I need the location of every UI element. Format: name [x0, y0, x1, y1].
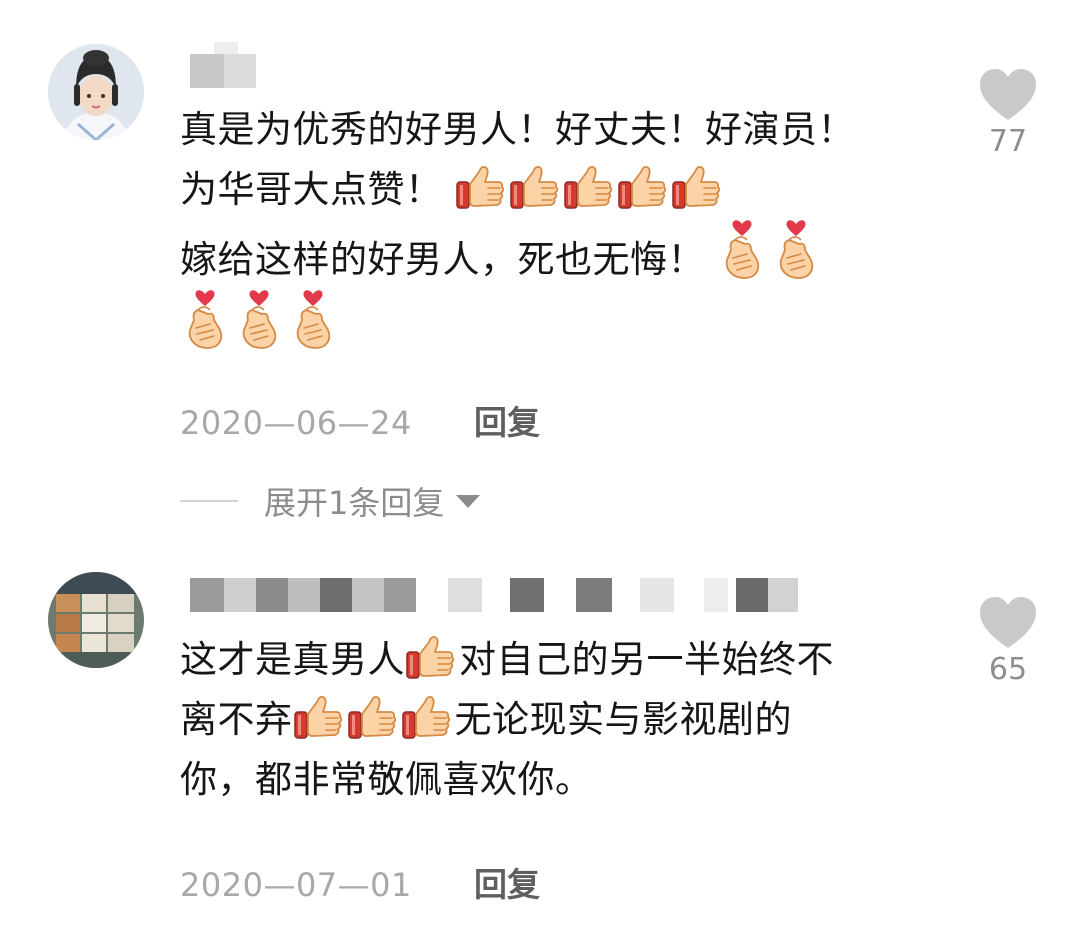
comment-line: 嫁给这样的好男人，死也无悔！ — [180, 220, 920, 290]
comment-line: 真是为优秀的好男人！好丈夫！好演员！ — [180, 100, 920, 160]
thumbs-up-icon — [405, 634, 455, 680]
expand-replies-button[interactable]: 展开1条回复 — [180, 478, 481, 524]
finger-heart-icon — [717, 220, 767, 280]
like-count: 77 — [988, 124, 1028, 159]
comment-line: 这才是真男人 对自己的另一半始终不 — [180, 630, 920, 690]
thumbs-up-icon — [509, 164, 559, 210]
comment-text-segment: 对自己的另一半始终不 — [459, 638, 834, 681]
finger-heart-icon — [180, 290, 230, 350]
heart-icon — [974, 68, 1042, 122]
comment-line: 离不弃 无论现实与影视剧的 — [180, 690, 920, 750]
comment-text-segment: 嫁给这样的好男人，死也无悔！ — [180, 238, 718, 281]
caret-down-icon — [456, 494, 481, 508]
finger-heart-icon — [288, 290, 338, 350]
avatar-boxes-photo-icon — [48, 572, 144, 668]
thumbs-up-icon — [293, 694, 343, 740]
username-blurred[interactable] — [190, 42, 260, 88]
comment-line: 你，都非常敬佩喜欢你。 — [180, 750, 920, 810]
comment-text: 真是为优秀的好男人！好丈夫！好演员！ 为华哥大点赞！ 嫁给这样的好男人，死也无悔！ — [180, 100, 920, 360]
comment-meta: 2020—07—01 回复 — [180, 858, 540, 906]
comment-text-segment: 你，都非常敬佩喜欢你。 — [180, 758, 593, 801]
thumbs-up-icon — [617, 164, 667, 210]
comment-line — [180, 290, 920, 360]
comment-text-segment: 这才是真男人 — [180, 638, 405, 681]
like-count: 65 — [988, 652, 1028, 687]
username-blurred[interactable] — [190, 578, 810, 612]
thumbs-up-icon — [347, 694, 397, 740]
comment-text-segment: 真是为优秀的好男人！好丈夫！好演员！ — [180, 108, 855, 151]
comment-line: 为华哥大点赞！ — [180, 160, 920, 220]
comment-date: 2020—07—01 — [180, 866, 412, 904]
like-button[interactable]: 77 — [974, 68, 1042, 159]
comment-text-segment: 无论现实与影视剧的 — [454, 698, 792, 741]
like-button[interactable]: 65 — [974, 596, 1042, 687]
comment-text-segment: 离不弃 — [180, 698, 293, 741]
finger-heart-icon — [234, 290, 284, 350]
reply-button[interactable]: 回复 — [474, 858, 540, 906]
comment-meta: 2020—06—24 回复 — [180, 396, 540, 444]
expand-replies-label: 展开1条回复 — [264, 484, 445, 522]
thumbs-up-icon — [671, 164, 721, 210]
comment-text: 这才是真男人 对自己的另一半始终不离不弃 无论现实与影视剧的你，都非常敬佩喜欢你。 — [180, 630, 920, 810]
avatar-costume-woman-icon — [48, 44, 144, 140]
heart-icon — [974, 596, 1042, 650]
thumbs-up-icon — [563, 164, 613, 210]
reply-button[interactable]: 回复 — [474, 396, 540, 444]
avatar[interactable] — [48, 572, 144, 668]
comment-text-segment: 为华哥大点赞！ — [180, 168, 455, 211]
avatar[interactable] — [48, 44, 144, 140]
finger-heart-icon — [771, 220, 821, 280]
comment-date: 2020—06—24 — [180, 404, 412, 442]
thumbs-up-icon — [401, 694, 451, 740]
thumbs-up-icon — [455, 164, 505, 210]
divider-line — [180, 500, 238, 502]
